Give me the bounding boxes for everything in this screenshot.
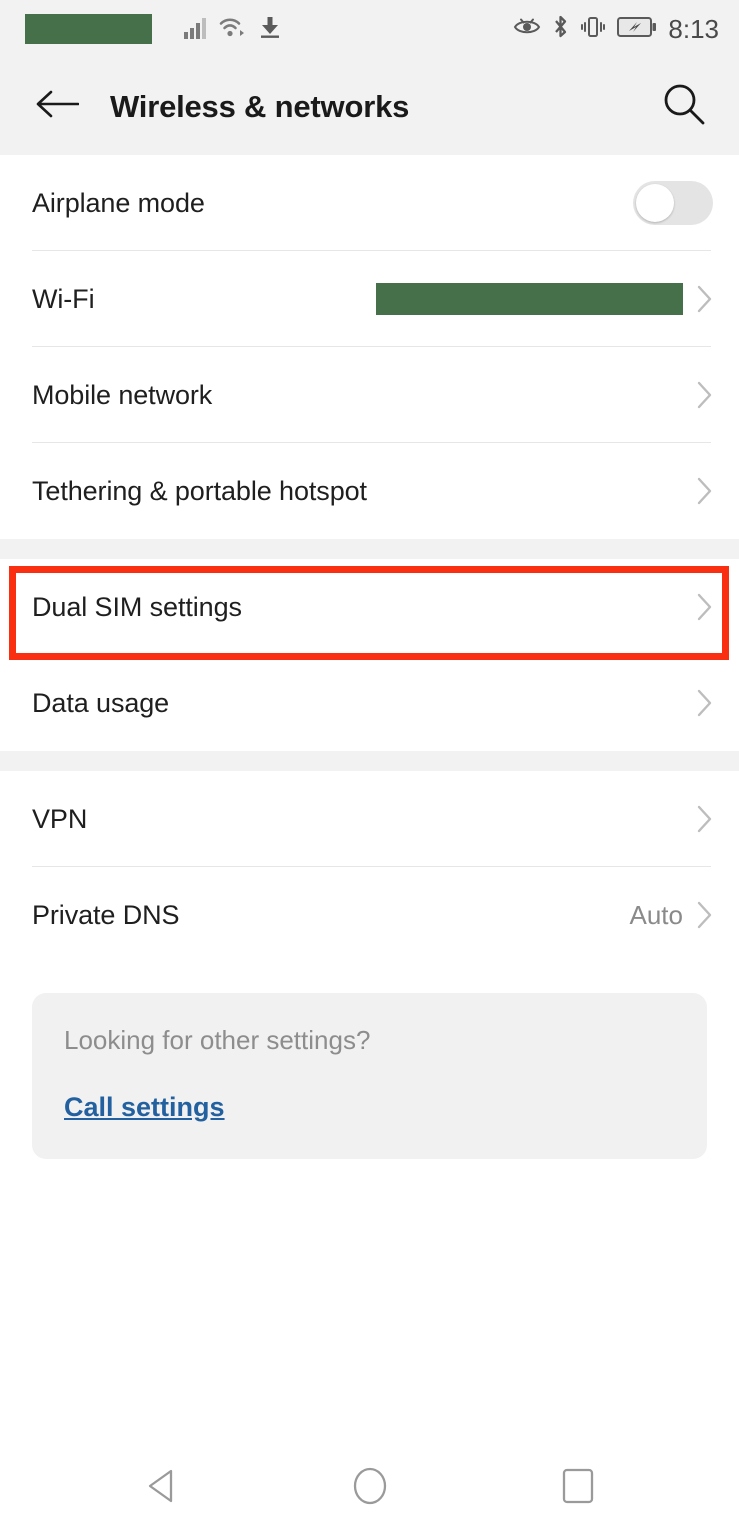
chevron-right-icon	[697, 593, 713, 621]
card-question-text: Looking for other settings?	[64, 1025, 371, 1055]
row-control	[697, 477, 713, 505]
bluetooth-icon	[552, 14, 569, 45]
status-bar: 8:13	[0, 0, 739, 58]
settings-group-3: VPN Private DNS Auto	[0, 771, 739, 963]
row-control	[376, 283, 713, 315]
row-control	[697, 805, 713, 833]
call-settings-link[interactable]: Call settings	[64, 1092, 225, 1123]
row-control	[697, 381, 713, 409]
eye-comfort-icon	[513, 15, 541, 44]
row-control	[633, 181, 713, 225]
row-label: Dual SIM settings	[32, 591, 242, 622]
chevron-right-icon	[697, 285, 713, 313]
row-tethering-hotspot[interactable]: Tethering & portable hotspot	[0, 443, 739, 539]
nav-back-button[interactable]	[134, 1460, 190, 1516]
vibrate-icon	[580, 14, 606, 45]
back-arrow-icon	[35, 89, 80, 124]
battery-charging-icon	[617, 16, 657, 43]
back-button[interactable]	[34, 84, 80, 130]
wifi-network-name-redaction	[376, 283, 683, 315]
search-button[interactable]	[659, 82, 709, 132]
row-control	[697, 593, 713, 621]
row-vpn[interactable]: VPN	[0, 771, 739, 867]
nav-home-circle-icon	[351, 1466, 389, 1511]
row-label: Mobile network	[32, 379, 213, 410]
settings-group-2: Dual SIM settings Data usage	[0, 559, 739, 751]
row-private-dns[interactable]: Private DNS Auto	[0, 867, 739, 963]
row-data-usage[interactable]: Data usage	[0, 655, 739, 751]
wifi-icon	[219, 15, 249, 44]
chevron-right-icon	[697, 901, 713, 929]
other-settings-card: Looking for other settings? Call setting…	[32, 993, 707, 1159]
chevron-right-icon	[697, 381, 713, 409]
system-navigation-bar	[0, 1440, 739, 1536]
row-label: Wi-Fi	[32, 283, 95, 314]
nav-recents-button[interactable]	[550, 1460, 606, 1516]
section-separator-1	[0, 539, 739, 559]
nav-back-triangle-icon	[145, 1468, 179, 1509]
row-label: VPN	[32, 803, 88, 834]
row-wifi[interactable]: Wi-Fi	[0, 251, 739, 347]
carrier-name-redaction	[25, 14, 152, 44]
page-title: Wireless & networks	[110, 88, 410, 124]
row-label: Data usage	[32, 687, 170, 718]
row-label: Tethering & portable hotspot	[32, 475, 367, 506]
private-dns-value: Auto	[629, 899, 684, 930]
row-control	[697, 689, 713, 717]
nav-home-button[interactable]	[342, 1460, 398, 1516]
row-label: Airplane mode	[32, 187, 205, 218]
row-label: Private DNS	[32, 899, 180, 930]
section-separator-2	[0, 751, 739, 771]
status-bar-clock: 8:13	[668, 13, 719, 44]
toggle-knob	[636, 184, 674, 222]
search-icon	[661, 81, 707, 132]
settings-group-1: Airplane mode Wi-Fi Mobile network Tethe…	[0, 155, 739, 539]
row-dual-sim-settings[interactable]: Dual SIM settings	[0, 559, 739, 655]
row-control: Auto	[630, 900, 714, 931]
status-bar-right-icons: 8:13	[513, 14, 719, 45]
chevron-right-icon	[697, 477, 713, 505]
download-icon	[258, 15, 282, 44]
info-card-container: Looking for other settings? Call setting…	[0, 963, 739, 1159]
chevron-right-icon	[697, 805, 713, 833]
app-bar: Wireless & networks	[0, 58, 739, 155]
chevron-right-icon	[697, 689, 713, 717]
status-bar-left	[25, 14, 282, 44]
phone-screen: 8:13 Wireless & networks Airplane mode W…	[0, 0, 739, 1536]
row-airplane-mode[interactable]: Airplane mode	[0, 155, 739, 251]
nav-recents-square-icon	[561, 1467, 595, 1510]
signal-bars-icon	[184, 15, 210, 44]
airplane-mode-toggle[interactable]	[633, 181, 713, 225]
status-bar-left-icons	[184, 15, 282, 44]
row-mobile-network[interactable]: Mobile network	[0, 347, 739, 443]
